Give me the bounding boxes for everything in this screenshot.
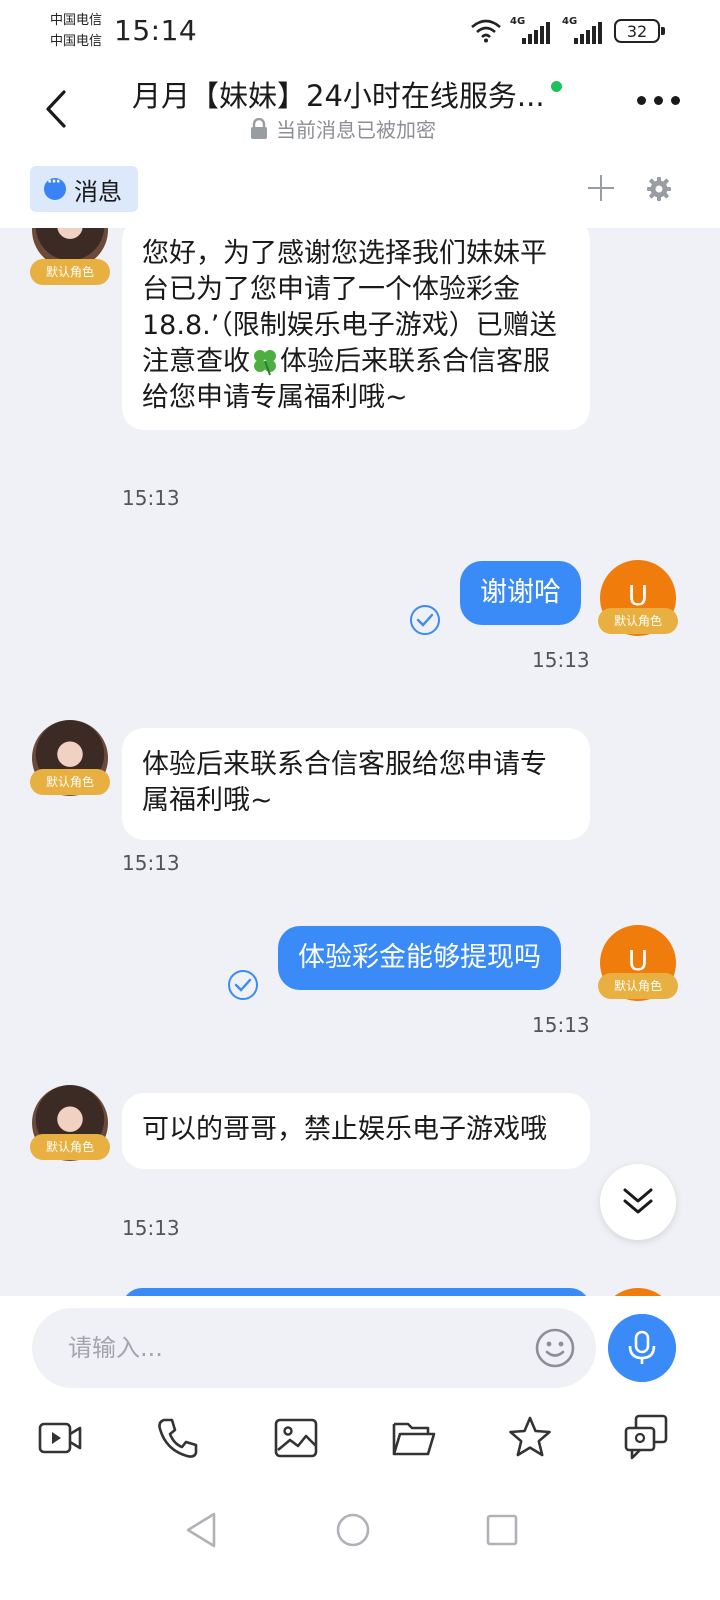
back-arrow-icon[interactable]: [40, 86, 74, 132]
message-input-wrapper: [32, 1308, 596, 1388]
nav-recents-icon[interactable]: [482, 1510, 522, 1550]
signal-2-icon: 4G: [562, 16, 606, 44]
emoji-icon[interactable]: [534, 1327, 576, 1369]
settings-gear-icon[interactable]: [646, 176, 672, 202]
status-time: 15:14: [114, 14, 198, 47]
encryption-text: 当前消息已被加密: [276, 118, 436, 142]
tab-bar: 消息: [0, 158, 720, 228]
carrier-2: 中国电信: [50, 34, 103, 49]
add-icon[interactable]: [588, 175, 614, 201]
nav-home-icon[interactable]: [333, 1510, 373, 1550]
user-avatar-partial[interactable]: [600, 1288, 676, 1296]
four-leaf-clover-icon: [254, 350, 276, 376]
role-badge: 默认角色: [30, 259, 110, 285]
microphone-icon[interactable]: [608, 1314, 676, 1382]
incoming-message-bubble[interactable]: 您好，为了感谢您选择我们妹妹平台已为了您申请了一个体验彩金18.8.’（限制娱乐…: [122, 228, 590, 430]
chat-title: 月月【妹妹】24小时在线服务...: [132, 79, 545, 113]
message-time: 15:13: [532, 1013, 590, 1037]
wifi-icon: [471, 19, 501, 43]
role-badge: 默认角色: [598, 973, 678, 999]
nav-back-icon[interactable]: [182, 1510, 222, 1550]
folder-icon[interactable]: [390, 1414, 438, 1462]
role-badge: 默认角色: [30, 769, 110, 795]
carrier-1: 中国电信: [50, 13, 103, 28]
message-input[interactable]: [68, 1308, 528, 1388]
incoming-message-bubble[interactable]: 体验后来联系合信客服给您申请专属福利哦~: [122, 728, 590, 840]
status-bar: 中国电信 中国电信 15:14 4G 4G 32: [0, 0, 720, 62]
scroll-to-bottom-icon[interactable]: [600, 1164, 676, 1240]
battery-icon: 32: [614, 19, 665, 43]
message-time: 15:13: [122, 1216, 180, 1240]
outgoing-message-bubble[interactable]: 体验彩金能够提现吗: [278, 926, 561, 990]
message-time: 15:13: [532, 648, 590, 672]
message-time: 15:13: [122, 851, 180, 875]
video-icon[interactable]: [36, 1414, 84, 1462]
screen-share-icon[interactable]: [622, 1414, 670, 1462]
read-check-icon: [410, 605, 440, 635]
phone-icon[interactable]: [154, 1414, 202, 1462]
chat-bubble-icon: [44, 174, 66, 200]
more-options-icon[interactable]: [637, 96, 680, 105]
online-status-dot: [550, 80, 562, 92]
title-row[interactable]: 月月【妹妹】24小时在线服务...: [132, 74, 602, 114]
encryption-notice: 当前消息已被加密: [250, 114, 436, 143]
composer: [0, 1296, 720, 1600]
system-navigation-bar: [0, 1500, 720, 1560]
outgoing-message-bubble-partial[interactable]: [122, 1288, 590, 1296]
tab-messages-label: 消息: [74, 177, 122, 206]
carrier-labels: 中国电信 中国电信: [50, 10, 102, 52]
composer-toolbar: [0, 1414, 720, 1464]
signal-1-icon: 4G: [510, 16, 554, 44]
star-icon[interactable]: [506, 1414, 554, 1462]
status-icons: 4G 4G 32: [470, 16, 665, 44]
image-icon[interactable]: [272, 1414, 320, 1462]
tab-messages[interactable]: 消息: [30, 166, 138, 212]
message-time: 15:13: [122, 486, 180, 510]
read-check-icon: [228, 970, 258, 1000]
incoming-message-bubble[interactable]: 可以的哥哥，禁止娱乐电子游戏哦: [122, 1093, 590, 1169]
outgoing-message-bubble[interactable]: 谢谢哈: [460, 561, 581, 625]
chat-header: 月月【妹妹】24小时在线服务... 当前消息已被加密: [0, 62, 720, 158]
role-badge: 默认角色: [30, 1134, 110, 1160]
lock-icon: [251, 117, 267, 139]
chat-message-list[interactable]: 默认角色 您好，为了感谢您选择我们妹妹平台已为了您申请了一个体验彩金18.8.’…: [0, 228, 720, 1296]
role-badge: 默认角色: [598, 608, 678, 634]
